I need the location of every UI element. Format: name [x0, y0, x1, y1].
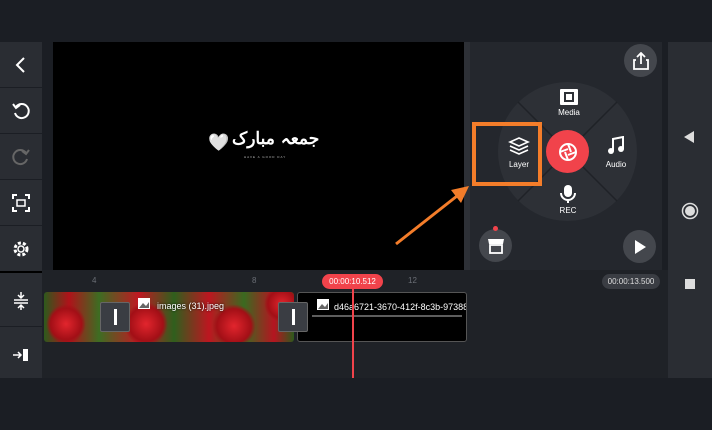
layer-highlight-box: [472, 122, 542, 186]
ruler-tick: 12: [408, 276, 417, 285]
back-icon: [15, 56, 25, 73]
audio-label: Audio: [605, 160, 627, 169]
back-button[interactable]: [0, 42, 42, 87]
clip-label: images (31).jpeg: [157, 301, 225, 311]
timeline-height-button[interactable]: [0, 278, 42, 323]
jump-to-end-button[interactable]: [0, 332, 42, 377]
capture-frame-button[interactable]: [0, 180, 42, 225]
nav-home-icon[interactable]: [681, 202, 699, 220]
transition-handle[interactable]: [278, 302, 308, 332]
media-label: Media: [558, 108, 580, 117]
rec-label: REC: [559, 206, 577, 215]
preview-caption: جمعہ مبارک: [232, 129, 320, 149]
jump-to-end-icon: [13, 348, 28, 361]
music-note-icon: [608, 135, 624, 154]
redo-icon: [12, 148, 30, 165]
film-icon: [560, 89, 578, 105]
preview-subtext: HAVE A GOOD DAY: [244, 155, 287, 159]
shutter-icon: [558, 142, 577, 161]
microphone-icon: [560, 185, 576, 203]
redo-button[interactable]: [0, 134, 42, 179]
audio-button[interactable]: Audio: [606, 135, 626, 169]
share-icon: [632, 51, 649, 70]
capture-frame-icon: [12, 193, 30, 212]
timeline-height-icon: [14, 291, 28, 310]
transition-handle[interactable]: [100, 302, 130, 332]
ruler-tick: 4: [92, 276, 97, 285]
system-nav-bar: [668, 42, 712, 378]
settings-button[interactable]: [0, 226, 42, 271]
store-icon: [487, 238, 504, 254]
nav-back-icon[interactable]: [683, 130, 695, 144]
play-icon: [634, 239, 646, 254]
ruler-tick: 8: [252, 276, 257, 285]
nav-recent-icon[interactable]: [684, 278, 696, 290]
share-button[interactable]: [624, 44, 657, 77]
record-button[interactable]: [546, 130, 589, 173]
playhead-line[interactable]: [352, 289, 354, 378]
playhead-time[interactable]: 00:00:10.512: [322, 274, 383, 289]
undo-icon: [12, 102, 30, 119]
annotation-arrow-icon: [395, 186, 469, 246]
undo-button[interactable]: [0, 88, 42, 133]
timeline-clip-video[interactable]: d46a6721-3670-412f-8c3b-973885: [297, 292, 467, 342]
timeline-clip-image[interactable]: images (31).jpeg: [44, 292, 294, 342]
heart-icon: 🤍: [208, 133, 230, 152]
clip-thumbnail-strip: [312, 315, 462, 317]
asset-store-button[interactable]: [479, 229, 512, 262]
left-toolbar: [0, 42, 42, 378]
image-clip-icon: [138, 298, 150, 309]
notification-dot: [493, 226, 498, 231]
rec-button[interactable]: REC: [559, 184, 577, 215]
end-time: 00:00:13.500: [602, 274, 660, 289]
settings-icon: [13, 241, 29, 256]
play-button[interactable]: [623, 230, 656, 263]
media-button[interactable]: Media: [558, 88, 580, 117]
image-clip-icon: [317, 299, 329, 310]
